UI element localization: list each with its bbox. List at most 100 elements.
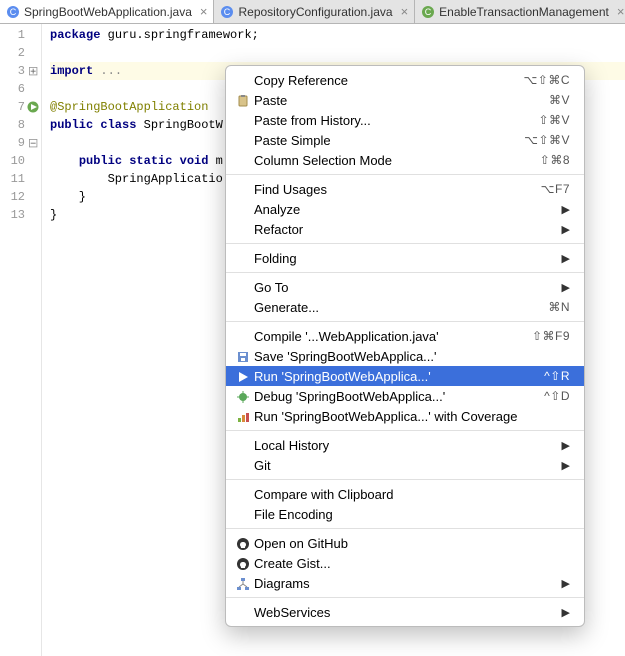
close-icon[interactable]: × (200, 4, 208, 19)
svg-text:C: C (224, 7, 231, 17)
menu-item[interactable]: Generate...⌘N (226, 297, 584, 317)
menu-item[interactable]: Run 'SpringBootWebApplica...'^⇧R (226, 366, 584, 386)
tab-0[interactable]: C SpringBootWebApplication.java × (0, 0, 214, 23)
menu-separator (226, 528, 584, 529)
line-number: 12 (0, 188, 41, 206)
menu-shortcut: ⌘V (549, 93, 570, 107)
menu-item[interactable]: Compare with Clipboard (226, 484, 584, 504)
menu-item-label: Open on GitHub (252, 536, 570, 551)
menu-item-label: Create Gist... (252, 556, 570, 571)
line-number: 6 (0, 80, 41, 98)
code-line[interactable]: package guru.springframework; (50, 26, 625, 44)
menu-shortcut: ⇧⌘V (538, 113, 570, 127)
submenu-arrow-icon: ▶ (562, 281, 570, 294)
menu-item-label: Run 'SpringBootWebApplica...' with Cover… (252, 409, 570, 424)
menu-item-label: Paste from History... (252, 113, 538, 128)
close-icon[interactable]: × (617, 4, 625, 19)
menu-item-label: Refactor (252, 222, 562, 237)
menu-item[interactable]: Diagrams▶ (226, 573, 584, 593)
menu-separator (226, 272, 584, 273)
menu-item-label: Local History (252, 438, 562, 453)
menu-item-label: Folding (252, 251, 562, 266)
menu-item-label: Go To (252, 280, 562, 295)
menu-item[interactable]: Create Gist... (226, 553, 584, 573)
line-number: 10 (0, 152, 41, 170)
menu-item[interactable]: Column Selection Mode⇧⌘8 (226, 150, 584, 170)
menu-item[interactable]: Paste from History...⇧⌘V (226, 110, 584, 130)
menu-item[interactable]: Compile '...WebApplication.java'⇧⌘F9 (226, 326, 584, 346)
menu-item[interactable]: WebServices▶ (226, 602, 584, 622)
submenu-arrow-icon: ▶ (562, 577, 570, 590)
github-icon (232, 557, 252, 569)
menu-separator (226, 321, 584, 322)
menu-item[interactable]: Find Usages⌥F7 (226, 179, 584, 199)
menu-separator (226, 243, 584, 244)
menu-item[interactable]: Debug 'SpringBootWebApplica...'^⇧D (226, 386, 584, 406)
fold-icon[interactable] (27, 65, 39, 77)
menu-item[interactable]: Paste Simple⌥⇧⌘V (226, 130, 584, 150)
submenu-arrow-icon: ▶ (562, 203, 570, 216)
menu-item-label: Column Selection Mode (252, 153, 540, 168)
tab-label: RepositoryConfiguration.java (238, 5, 392, 19)
menu-item[interactable]: Run 'SpringBootWebApplica...' with Cover… (226, 406, 584, 426)
editor-tabs: C SpringBootWebApplication.java × C Reposito… (0, 0, 625, 24)
menu-shortcut: ^⇧R (544, 369, 570, 383)
menu-item-label: Find Usages (252, 182, 541, 197)
menu-item[interactable]: Paste⌘V (226, 90, 584, 110)
menu-item-label: Debug 'SpringBootWebApplica...' (252, 389, 544, 404)
menu-item[interactable]: Git▶ (226, 455, 584, 475)
menu-item[interactable]: File Encoding (226, 504, 584, 524)
menu-item-label: Save 'SpringBootWebApplica...' (252, 349, 570, 364)
tab-label: EnableTransactionManagement (439, 5, 609, 19)
run-icon (232, 370, 252, 382)
menu-shortcut: ^⇧D (544, 389, 570, 403)
line-number-gutter: 123678910111213 (0, 24, 42, 656)
menu-item[interactable]: Copy Reference⌥⇧⌘C (226, 70, 584, 90)
submenu-arrow-icon: ▶ (562, 439, 570, 452)
submenu-arrow-icon: ▶ (562, 252, 570, 265)
code-line[interactable] (50, 44, 625, 62)
menu-separator (226, 597, 584, 598)
menu-item-label: Git (252, 458, 562, 473)
coverage-icon (232, 410, 252, 422)
menu-item[interactable]: Refactor▶ (226, 219, 584, 239)
run-gutter-icon[interactable] (27, 101, 39, 113)
menu-item[interactable]: Folding▶ (226, 248, 584, 268)
menu-item-label: Run 'SpringBootWebApplica...' (252, 369, 544, 384)
menu-item[interactable]: Analyze▶ (226, 199, 584, 219)
menu-shortcut: ⌥F7 (541, 182, 570, 196)
menu-item[interactable]: Local History▶ (226, 435, 584, 455)
class-icon: C (6, 5, 20, 19)
line-number: 11 (0, 170, 41, 188)
close-icon[interactable]: × (401, 4, 409, 19)
class-icon: C (220, 5, 234, 19)
class-icon: C (421, 5, 435, 19)
menu-separator (226, 430, 584, 431)
menu-separator (226, 174, 584, 175)
menu-item[interactable]: Open on GitHub (226, 533, 584, 553)
line-number: 2 (0, 44, 41, 62)
menu-item-label: WebServices (252, 605, 562, 620)
menu-item-label: Copy Reference (252, 73, 523, 88)
menu-shortcut: ⇧⌘8 (540, 153, 570, 167)
line-number: 13 (0, 206, 41, 224)
menu-item-label: Compile '...WebApplication.java' (252, 329, 532, 344)
submenu-arrow-icon: ▶ (562, 606, 570, 619)
submenu-arrow-icon: ▶ (562, 223, 570, 236)
menu-separator (226, 479, 584, 480)
svg-text:C: C (425, 7, 432, 17)
tab-2[interactable]: C EnableTransactionManagement × (415, 0, 625, 23)
menu-item-label: Generate... (252, 300, 548, 315)
tab-label: SpringBootWebApplication.java (24, 5, 192, 19)
tab-1[interactable]: C RepositoryConfiguration.java × (214, 0, 415, 23)
save-icon (232, 350, 252, 362)
menu-item-label: Paste (252, 93, 549, 108)
line-number: 1 (0, 26, 41, 44)
menu-item[interactable]: Go To▶ (226, 277, 584, 297)
fold-icon[interactable] (27, 137, 39, 149)
line-number: 7 (0, 98, 41, 116)
menu-item-label: Diagrams (252, 576, 562, 591)
diagram-icon (232, 577, 252, 589)
menu-item[interactable]: Save 'SpringBootWebApplica...' (226, 346, 584, 366)
submenu-arrow-icon: ▶ (562, 459, 570, 472)
